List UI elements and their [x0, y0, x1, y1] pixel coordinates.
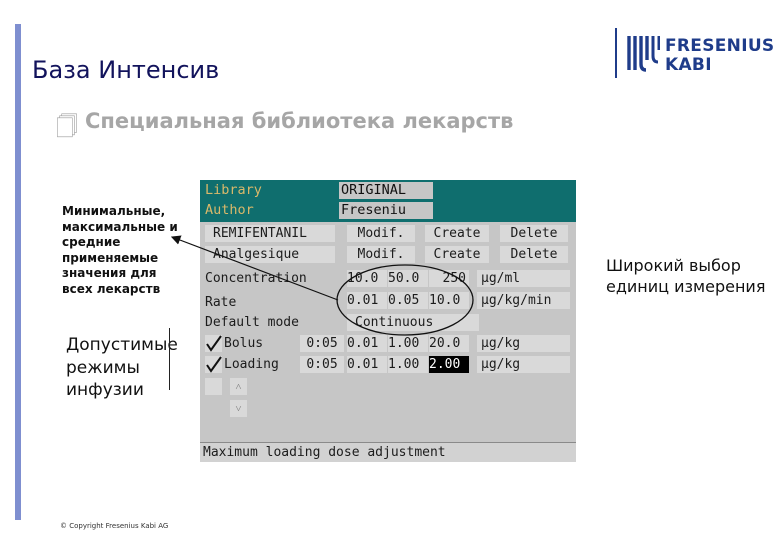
create-button[interactable]: Create — [425, 225, 489, 242]
rate-mid[interactable]: 0.05 — [388, 292, 428, 309]
bolus-label: Bolus — [224, 336, 264, 351]
logo-text-kabi: KABI — [665, 55, 712, 75]
annotation-units: Широкий выбор единиц измерения — [606, 256, 766, 296]
logo-text-fresenius: FRESENIUS — [665, 36, 775, 56]
drug-name[interactable]: REMIFENTANIL — [205, 225, 335, 242]
concentration-max[interactable]: 250 — [429, 270, 469, 287]
rate-unit[interactable]: µg/kg/min — [477, 292, 570, 309]
drug-class[interactable]: Analgesique — [205, 246, 335, 263]
annotation-bracket — [169, 328, 170, 390]
author-label: Author — [205, 202, 254, 218]
author-value[interactable]: Freseniu — [339, 202, 433, 219]
document-icon: 🗍 — [56, 115, 78, 140]
empty-checkbox[interactable] — [205, 378, 222, 395]
chevron-up-icon[interactable]: ˄ — [230, 378, 247, 395]
fresenius-logo-icon — [627, 36, 660, 72]
default-mode-value[interactable]: Continuous — [347, 314, 479, 331]
concentration-min[interactable]: 10.0 — [347, 270, 387, 287]
default-mode-label: Default mode — [205, 315, 299, 330]
concentration-mid[interactable]: 50.0 — [388, 270, 428, 287]
pump-screen: Library ORIGINAL Author Freseniu REMIFEN… — [200, 180, 576, 462]
loading-mid[interactable]: 1.00 — [388, 356, 428, 373]
chevron-down-icon[interactable]: ˅ — [230, 400, 247, 417]
bolus-min[interactable]: 0.01 — [347, 335, 387, 352]
bolus-unit[interactable]: µg/kg — [477, 335, 570, 352]
loading-min[interactable]: 0.01 — [347, 356, 387, 373]
bolus-mid[interactable]: 1.00 — [388, 335, 428, 352]
library-label: Library — [205, 182, 262, 198]
loading-checkbox[interactable] — [205, 356, 222, 373]
modif-button[interactable]: Modif. — [347, 225, 415, 242]
loading-time[interactable]: 0:05 — [300, 356, 344, 373]
checkmark-icon — [206, 356, 222, 373]
rate-label: Rate — [205, 295, 237, 310]
checkmark-icon — [206, 335, 222, 352]
loading-max-selected[interactable]: 2.00 — [429, 356, 469, 373]
class-modif-button[interactable]: Modif. — [347, 246, 415, 263]
delete-button[interactable]: Delete — [500, 225, 568, 242]
slide-title: База Интенсив — [32, 56, 220, 84]
rate-max[interactable]: 10.0 — [429, 292, 469, 309]
concentration-unit[interactable]: µg/ml — [477, 270, 570, 287]
slide-subtitle: Специальная библиотека лекарств — [85, 109, 514, 133]
library-value[interactable]: ORIGINAL — [339, 182, 433, 199]
class-create-button[interactable]: Create — [425, 246, 489, 263]
logo-divider — [615, 28, 617, 78]
loading-unit[interactable]: µg/kg — [477, 356, 570, 373]
bolus-max[interactable]: 20.0 — [429, 335, 469, 352]
bolus-time[interactable]: 0:05 — [300, 335, 344, 352]
concentration-label: Concentration — [205, 271, 307, 286]
class-delete-button[interactable]: Delete — [500, 246, 568, 263]
bolus-checkbox[interactable] — [205, 335, 222, 352]
annotation-min-max: Минимальные, максимальные и средние прим… — [62, 204, 178, 296]
copyright: © Copyright Fresenius Kabi AG — [60, 522, 169, 530]
loading-label: Loading — [224, 357, 279, 372]
status-bar: Maximum loading dose adjustment — [200, 442, 576, 462]
rate-min[interactable]: 0.01 — [347, 292, 387, 309]
annotation-modes: Допустимые режимы инфузии — [66, 335, 178, 400]
accent-bar — [15, 24, 21, 520]
library-header: Library ORIGINAL Author Freseniu — [200, 180, 576, 222]
